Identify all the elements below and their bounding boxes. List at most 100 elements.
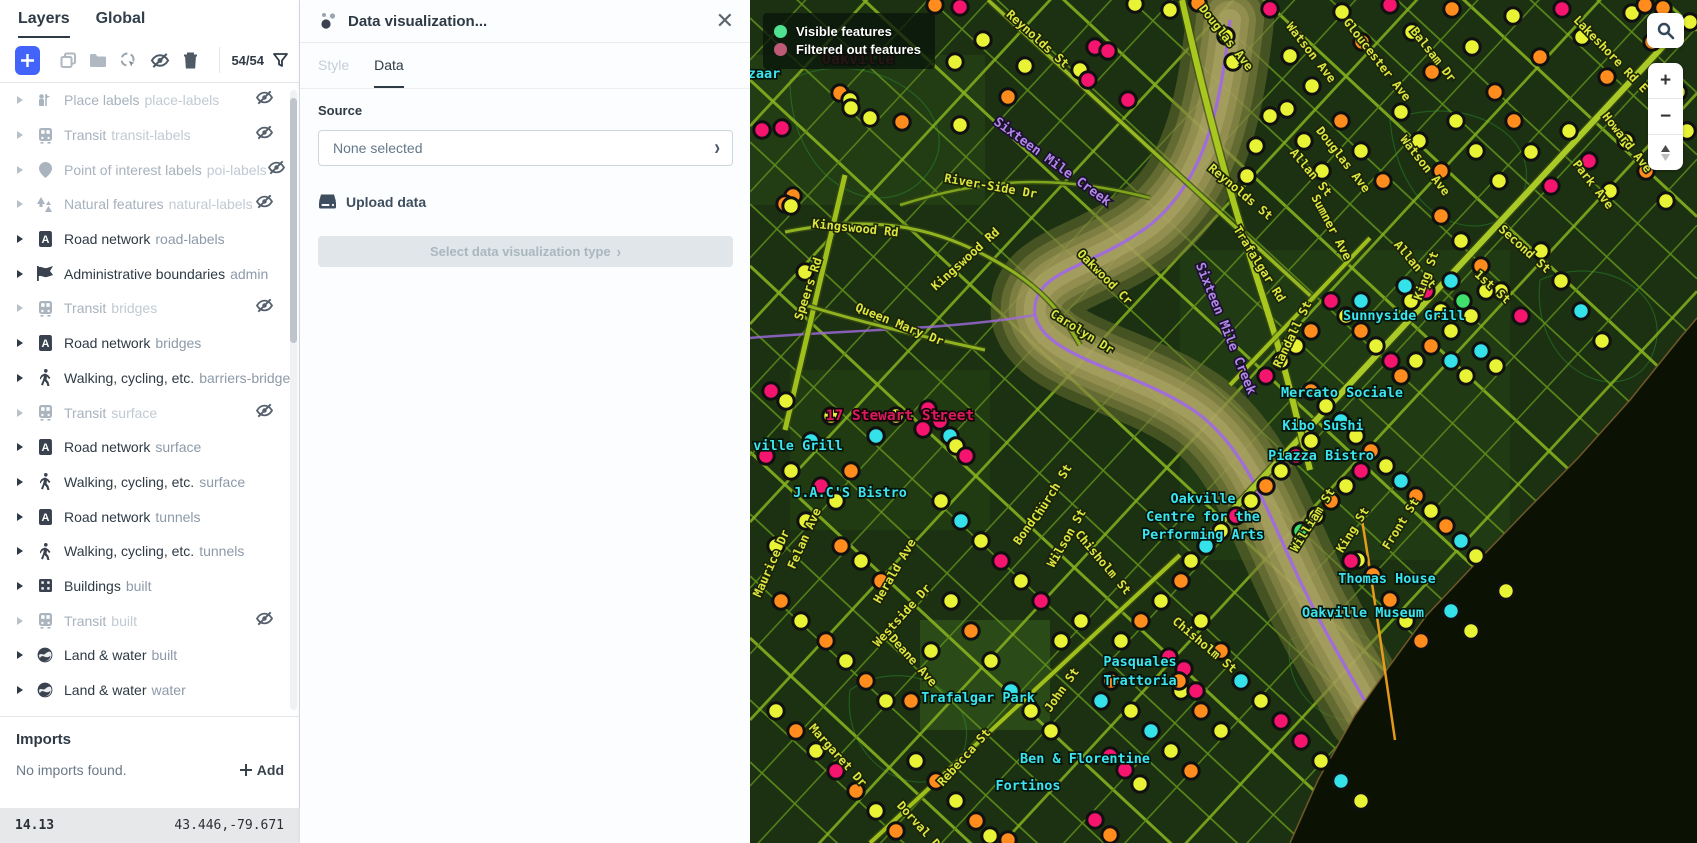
map-feature-dot[interactable] — [841, 98, 861, 118]
map-feature-dot[interactable] — [1186, 681, 1206, 701]
expand-caret-icon[interactable] — [17, 477, 23, 486]
map-feature-dot[interactable] — [771, 591, 791, 611]
layer-hidden-eye-off-icon[interactable] — [255, 90, 274, 110]
map-feature-dot[interactable] — [980, 826, 1000, 843]
map-feature-dot[interactable] — [1301, 431, 1321, 451]
map-feature-dot[interactable] — [973, 30, 993, 50]
map-feature-dot[interactable] — [1391, 366, 1411, 386]
map-feature-dot[interactable] — [1271, 461, 1291, 481]
close-panel-button[interactable]: ✕ — [716, 10, 734, 32]
tab-style[interactable]: Style — [318, 57, 349, 88]
sidebar-scrollbar-thumb[interactable] — [290, 98, 297, 343]
map-feature-dot[interactable] — [1441, 321, 1461, 341]
map-feature-dot[interactable] — [776, 391, 796, 411]
map-feature-dot[interactable] — [772, 118, 792, 138]
map-feature-dot[interactable] — [1121, 701, 1141, 721]
map-feature-dot[interactable] — [1118, 90, 1138, 110]
map-feature-dot[interactable] — [1462, 37, 1482, 57]
map-feature-dot[interactable] — [781, 461, 801, 481]
map-feature-dot[interactable] — [998, 830, 1018, 843]
map-feature-dot[interactable] — [1489, 171, 1509, 191]
map-feature-dot[interactable] — [766, 701, 786, 721]
map-feature-dot[interactable] — [1485, 82, 1505, 102]
expand-caret-icon[interactable] — [17, 581, 23, 590]
layer-hidden-eye-off-icon[interactable] — [255, 194, 274, 214]
map-feature-dot[interactable] — [1351, 141, 1371, 161]
map-feature-dot[interactable] — [1351, 321, 1371, 341]
map-feature-dot[interactable] — [1321, 291, 1341, 311]
map-feature-dot[interactable] — [1486, 356, 1506, 376]
layer-row-built[interactable]: Land & water built — [0, 638, 300, 673]
duplicate-layer-button[interactable] — [60, 50, 77, 70]
expand-caret-icon[interactable] — [17, 165, 23, 174]
map-feature-dot[interactable] — [1351, 461, 1371, 481]
map-search-button[interactable] — [1647, 13, 1684, 48]
expand-caret-icon[interactable] — [17, 304, 23, 313]
map-feature-dot[interactable] — [1241, 491, 1261, 511]
map-feature-dot[interactable] — [1451, 531, 1471, 551]
map-feature-dot[interactable] — [1446, 111, 1466, 131]
map-feature-dot[interactable] — [1231, 671, 1251, 691]
layer-row-water[interactable]: Land & water water — [0, 673, 300, 708]
map-feature-dot[interactable] — [1571, 301, 1591, 321]
map-feature-dot[interactable] — [1331, 111, 1351, 131]
map-feature-dot[interactable] — [1161, 741, 1181, 761]
map-feature-dot[interactable] — [1496, 581, 1516, 601]
map-feature-dot[interactable] — [1051, 631, 1071, 651]
map-feature-dot[interactable] — [1256, 366, 1276, 386]
map-feature-dot[interactable] — [1366, 336, 1386, 356]
map-feature-dot[interactable] — [1291, 731, 1311, 751]
tab-layers[interactable]: Layers — [18, 10, 70, 38]
expand-caret-icon[interactable] — [17, 373, 23, 382]
map-feature-dot[interactable] — [1191, 701, 1211, 721]
zoom-in-button[interactable]: + — [1648, 63, 1683, 99]
layer-row-place-labels[interactable]: Place labels place-labels — [0, 83, 300, 118]
expand-caret-icon[interactable] — [17, 512, 23, 521]
map-feature-dot[interactable] — [991, 551, 1011, 571]
map-feature-dot[interactable] — [1635, 0, 1655, 15]
map-feature-dot[interactable] — [1160, 0, 1180, 20]
zoom-out-button[interactable]: − — [1648, 99, 1683, 135]
map-feature-dot[interactable] — [1521, 142, 1541, 162]
map-feature-dot[interactable] — [961, 621, 981, 641]
map-feature-dot[interactable] — [925, 0, 945, 15]
map-feature-dot[interactable] — [1466, 141, 1486, 161]
map-feature-dot[interactable] — [1211, 721, 1231, 741]
map-feature-dot[interactable] — [1301, 321, 1321, 341]
map-feature-dot[interactable] — [860, 108, 880, 128]
layer-hidden-eye-off-icon[interactable] — [255, 611, 274, 631]
map-feature-dot[interactable] — [1411, 631, 1431, 651]
map-feature-dot[interactable] — [956, 446, 976, 466]
map-feature-dot[interactable] — [921, 641, 941, 661]
map-feature-dot[interactable] — [1451, 231, 1471, 251]
map-feature-dot[interactable] — [1441, 271, 1461, 291]
map-feature-dot[interactable] — [1441, 601, 1461, 621]
map-feature-dot[interactable] — [886, 821, 906, 841]
map-feature-dot[interactable] — [892, 112, 912, 132]
expand-caret-icon[interactable] — [17, 408, 23, 417]
map-feature-dot[interactable] — [876, 691, 896, 711]
map-feature-dot[interactable] — [1442, 0, 1462, 19]
map-feature-dot[interactable] — [1461, 621, 1481, 641]
map-feature-dot[interactable] — [1331, 771, 1351, 791]
map-feature-dot[interactable] — [906, 751, 926, 771]
map-feature-dot[interactable] — [1504, 111, 1524, 131]
map-feature-dot[interactable] — [931, 491, 951, 511]
map-feature-dot[interactable] — [1552, 0, 1572, 19]
map-feature-dot[interactable] — [1421, 336, 1441, 356]
delete-layer-button[interactable] — [182, 50, 199, 70]
map-feature-dot[interactable] — [1541, 176, 1561, 196]
expand-caret-icon[interactable] — [17, 131, 23, 140]
map-feature-dot[interactable] — [1351, 291, 1371, 311]
map-feature-dot[interactable] — [786, 721, 806, 741]
compass-bearing-button[interactable] — [1648, 135, 1683, 170]
map-feature-dot[interactable] — [1256, 476, 1276, 496]
layer-row-road-labels[interactable]: A Road network road-labels — [0, 222, 300, 257]
select-feature-button[interactable] — [119, 50, 138, 70]
map-feature-dot[interactable] — [1078, 70, 1098, 90]
map-feature-dot[interactable] — [761, 381, 781, 401]
map-feature-dot[interactable] — [1011, 571, 1031, 591]
source-select[interactable]: None selected › — [318, 130, 733, 166]
layer-row-surface[interactable]: Walking, cycling, etc. surface — [0, 465, 300, 500]
map-feature-dot[interactable] — [1511, 306, 1531, 326]
